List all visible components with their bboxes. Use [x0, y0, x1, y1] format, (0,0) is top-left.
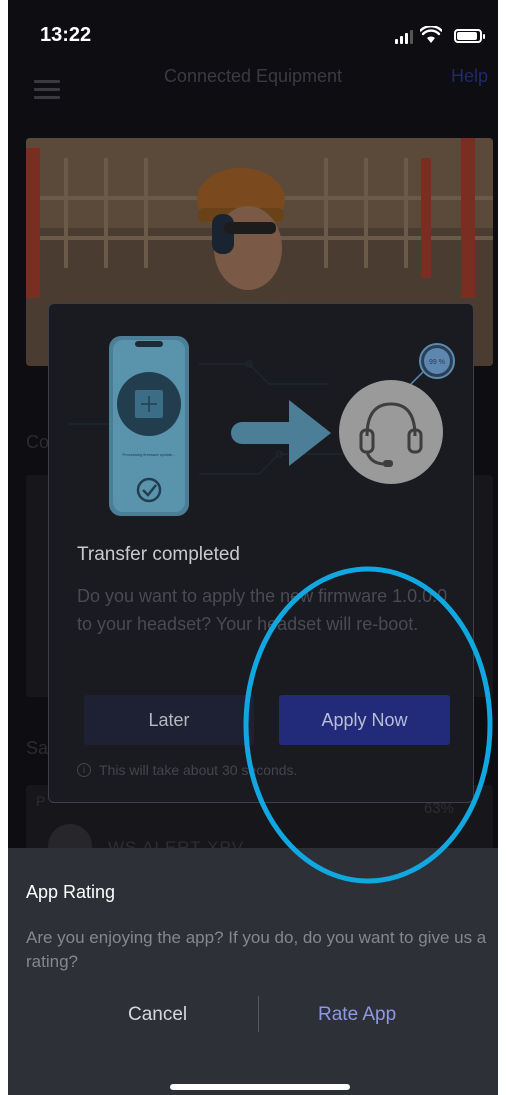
transfer-illustration: Processing firmware update... 99 % [69, 336, 455, 516]
headset-icon [339, 380, 443, 484]
cancel-button[interactable]: Cancel [128, 1004, 187, 1026]
dialog-title: Transfer completed [77, 544, 240, 565]
app-rating-sheet: App Rating Are you enjoying the app? If … [8, 848, 498, 1095]
dialog-message: Do you want to apply the new firmware 1.… [77, 586, 448, 634]
rating-title: App Rating [26, 882, 116, 902]
nav-bar: Connected Equipment Help [8, 60, 498, 120]
progress-badge: 99 % [410, 343, 455, 385]
button-divider [258, 996, 259, 1032]
signal-icon [395, 30, 415, 44]
info-icon: i [77, 763, 91, 777]
help-link[interactable]: Help [451, 66, 488, 87]
app-screen: 13:22 Connected Equipment Help Co Sa P 6… [8, 0, 498, 1095]
firmware-dialog: Processing firmware update... 99 % Trans… [48, 303, 474, 803]
duration-note-text: This will take about 30 seconds. [99, 762, 298, 778]
phone-illustration: Processing firmware update... [109, 336, 189, 516]
page-title: Connected Equipment [163, 66, 343, 86]
apply-now-button[interactable]: Apply Now [279, 695, 450, 745]
section-label-saved: Sa [26, 738, 49, 758]
progress-text: 99 % [429, 359, 445, 366]
card-prefix: P [36, 793, 46, 809]
status-bar: 13:22 [8, 0, 498, 60]
home-indicator[interactable] [170, 1084, 350, 1090]
phone-screen-text: Processing firmware update... [123, 452, 176, 457]
rating-message: Are you enjoying the app? If you do, do … [26, 928, 487, 971]
later-button[interactable]: Later [84, 695, 254, 745]
wifi-icon [420, 26, 442, 43]
duration-note: i This will take about 30 seconds. [77, 762, 297, 778]
section-label-connected: Co [26, 432, 50, 452]
rate-app-button[interactable]: Rate App [318, 1004, 396, 1026]
status-time: 13:22 [40, 24, 92, 46]
battery-icon [454, 29, 485, 43]
